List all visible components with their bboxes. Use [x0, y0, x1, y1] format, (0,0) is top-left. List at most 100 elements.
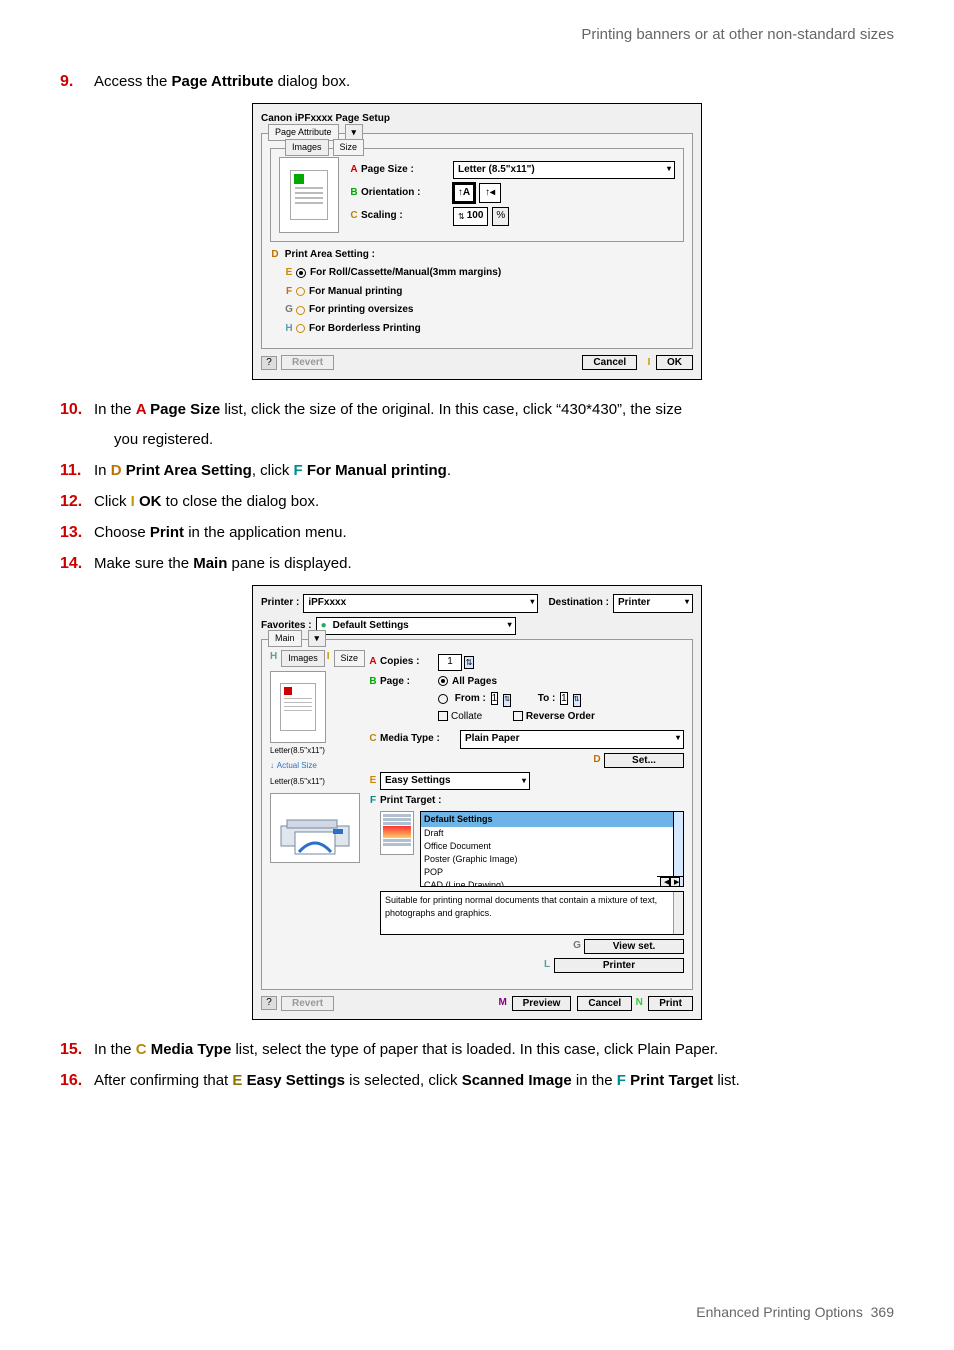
step-text: In D Print Area Setting, click F For Man… — [94, 460, 894, 482]
letter-a: A — [368, 655, 378, 670]
ok-button[interactable]: OK — [656, 355, 693, 370]
text-bold: Print — [150, 524, 184, 541]
letter-f: F — [368, 794, 378, 809]
radio-page-range[interactable] — [438, 694, 448, 704]
help-icon[interactable]: ? — [261, 356, 277, 370]
print-target-list[interactable]: Default Settings Draft Office Document P… — [420, 811, 684, 887]
inner-tab-images[interactable]: Images — [285, 139, 329, 156]
preview-button[interactable]: Preview — [512, 996, 572, 1011]
actual-size-text: Actual Size — [277, 761, 317, 770]
cancel-button[interactable]: Cancel — [582, 355, 637, 370]
orientation-landscape[interactable]: ↑◂ — [479, 183, 501, 203]
scroll-left-icon[interactable]: ◀ — [660, 877, 670, 887]
to-input[interactable]: 1 — [560, 692, 568, 705]
text: Click — [94, 493, 131, 510]
revert-button[interactable]: Revert — [281, 355, 334, 370]
step-13: 13. Choose Print in the application menu… — [60, 521, 894, 544]
page-footer: Enhanced Printing Options 369 — [696, 1302, 894, 1322]
help-icon[interactable]: ? — [261, 996, 277, 1010]
copies-label: Copies : — [380, 655, 438, 670]
print-button[interactable]: Print — [648, 996, 693, 1011]
text-bold: Media Type — [147, 1041, 232, 1058]
destination-dropdown[interactable]: Printer — [613, 594, 693, 613]
preview-column: H Images I Size Letter(8.5"x11") — [270, 650, 360, 981]
text: In — [94, 462, 111, 479]
revert-button[interactable]: Revert — [281, 996, 334, 1011]
page-label: Page : — [380, 675, 438, 690]
radio-borderless[interactable] — [296, 324, 305, 333]
letter-ref-f: F — [294, 462, 303, 479]
text: is selected, click — [345, 1072, 462, 1089]
easy-settings-tab[interactable]: Easy Settings — [380, 772, 530, 791]
print-target-label: Print Target : — [380, 795, 441, 806]
stepper-icon[interactable]: ⇅ — [464, 656, 474, 670]
list-item-office[interactable]: Office Document — [421, 840, 683, 853]
favorites-dropdown[interactable]: ● Default Settings — [316, 617, 516, 636]
tab-dropdown-icon[interactable]: ▾ — [308, 630, 327, 647]
scaling-input[interactable]: ⇅ 100 — [453, 207, 488, 226]
step-text: Choose Print in the application menu. — [94, 522, 894, 544]
option-oversizes: For printing oversizes — [309, 303, 413, 318]
tab-main[interactable]: Main — [268, 630, 302, 647]
scroll-right-icon[interactable]: ▶ — [670, 877, 680, 887]
page-size-dropdown[interactable]: Letter (8.5"x11") — [453, 161, 675, 180]
page-preview — [279, 157, 339, 233]
size-text-2: Letter(8.5"x11") — [270, 776, 360, 788]
reverse-order-checkbox[interactable] — [513, 711, 523, 721]
orientation-portrait[interactable]: ↑A — [453, 183, 475, 203]
text: , click — [252, 462, 294, 479]
text-bold: Scanned Image — [462, 1072, 572, 1089]
inner-tab-images[interactable]: Images — [281, 650, 325, 667]
view-set-button[interactable]: View set. — [584, 939, 684, 954]
letter-g: G — [284, 303, 294, 318]
radio-manual-printing[interactable] — [296, 287, 305, 296]
scrollbar[interactable] — [673, 892, 683, 934]
letter-c: C — [368, 732, 378, 747]
letter-n: N — [634, 996, 644, 1011]
letter-ref-a: A — [136, 401, 146, 418]
printer-label: Printer : — [261, 596, 299, 611]
scrollbar[interactable] — [673, 812, 683, 886]
list-item-cad[interactable]: CAD (Line Drawing) — [421, 879, 683, 887]
collate-checkbox[interactable] — [438, 711, 448, 721]
to-label: To : — [538, 693, 556, 704]
text: list, select the type of paper that is l… — [231, 1041, 718, 1058]
footer-title: Enhanced Printing Options — [696, 1304, 863, 1320]
radio-oversizes[interactable] — [296, 306, 305, 315]
from-input[interactable]: 1 — [491, 692, 499, 705]
text: pane is displayed. — [227, 555, 351, 572]
letter-b: B — [349, 186, 359, 201]
set-button[interactable]: Set... — [604, 753, 684, 768]
letter-ref-d: D — [111, 462, 122, 479]
list-item-poster[interactable]: Poster (Graphic Image) — [421, 853, 683, 866]
text: . — [447, 462, 451, 479]
favorites-value: Default Settings — [333, 619, 409, 634]
inner-tab-size[interactable]: Size — [334, 650, 366, 667]
inner-tab-size[interactable]: Size — [333, 139, 365, 156]
text: Choose — [94, 524, 150, 541]
list-item-default[interactable]: Default Settings — [421, 812, 683, 827]
copies-input[interactable]: 1 — [438, 654, 462, 671]
text-bold: Print Area Setting — [122, 462, 252, 479]
letter-ref-e: E — [232, 1072, 242, 1089]
print-area-setting-label: Print Area Setting : — [285, 249, 375, 260]
media-type-dropdown[interactable]: Plain Paper — [460, 730, 684, 749]
stepper-icon[interactable]: ⇅ — [573, 694, 581, 706]
step-9: 9. Access the Page Attribute dialog box. — [60, 70, 894, 93]
list-item-draft[interactable]: Draft — [421, 827, 683, 840]
cancel-button[interactable]: Cancel — [577, 996, 632, 1011]
stepper-icon[interactable]: ⇅ — [503, 694, 511, 706]
letter-i: I — [327, 650, 330, 667]
text-bold: Main — [193, 555, 227, 572]
letter-d: D — [270, 248, 280, 263]
actual-size-row: ↓ Actual Size — [270, 759, 360, 774]
radio-roll-cassette[interactable] — [296, 268, 306, 278]
radio-all-pages[interactable] — [438, 676, 448, 686]
printer-dropdown[interactable]: iPFxxxx — [303, 594, 538, 613]
orientation-label: Orientation : — [361, 186, 453, 201]
text: After confirming that — [94, 1072, 232, 1089]
letter-h: H — [284, 322, 294, 337]
printer-button[interactable]: Printer — [554, 958, 684, 973]
page-preview — [270, 671, 326, 743]
list-item-pop[interactable]: POP — [421, 866, 683, 879]
